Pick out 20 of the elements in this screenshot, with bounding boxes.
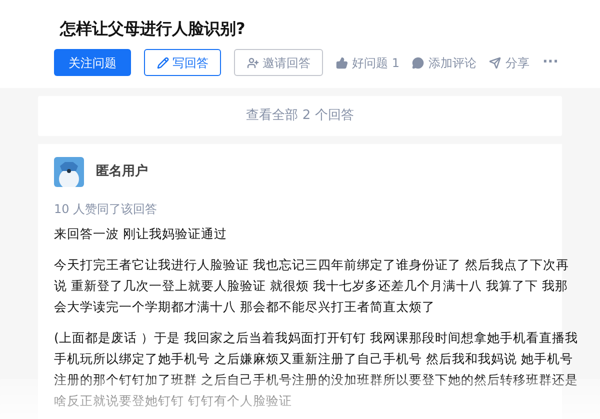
send-icon: [489, 56, 502, 68]
action-button[interactable]: 写回答: [144, 49, 221, 76]
comment-icon: [412, 56, 424, 68]
thumbs-up-icon: [336, 56, 348, 68]
more-button[interactable]: ···: [542, 49, 558, 76]
author-name[interactable]: 匿名用户: [96, 162, 148, 182]
action-button[interactable]: 分享: [489, 49, 530, 76]
action-button[interactable]: 邀请回答: [234, 49, 323, 76]
answer-paragraph: (上面都是废话 ）于是 我回家之后当着我妈面打开钉钉 我网课那段时间想拿她手机看直播我手机玩所以绑定了她手机号 之后嫌麻烦又重新注册了自己手机号 然后我和我妈说 她手机号注册的那个钉钉加了班群 之后自己手机号注册的没加班群所以要登下她的然后转移班群还是啥反正就说要登她钉钉 钉钉有个人脸验证: [54, 329, 579, 410]
action-button[interactable]: 添加评论: [412, 49, 476, 76]
pencil-icon: [156, 56, 168, 68]
answer-paragraph: 今天打完王者它让我进行人脸验证 我也忘记三四年前绑定了谁身份证了 然后我点了下次再说 重新登了几次一登上就要人脸验证 就很烦 我十七岁多还差几个月满十八 我算了下 我那会大学读完一个学期都才满十八 那会都不能尽兴打王者简直太烦了: [54, 256, 570, 316]
question-title: 怎样让父母进行人脸识别?: [58, 18, 246, 40]
view-all-answers-button[interactable]: 查看全部 2 个回答: [38, 96, 562, 136]
answer-paragraph: 来回答一波 刚让我妈验证通过: [54, 225, 228, 243]
action-button[interactable]: 好问题 1: [336, 49, 400, 76]
avatar-icon: [54, 157, 84, 187]
add-user-icon: [246, 56, 258, 68]
action-button[interactable]: 关注问题: [54, 49, 131, 76]
upvote-count: 10 人赞同了该回答: [54, 201, 158, 218]
